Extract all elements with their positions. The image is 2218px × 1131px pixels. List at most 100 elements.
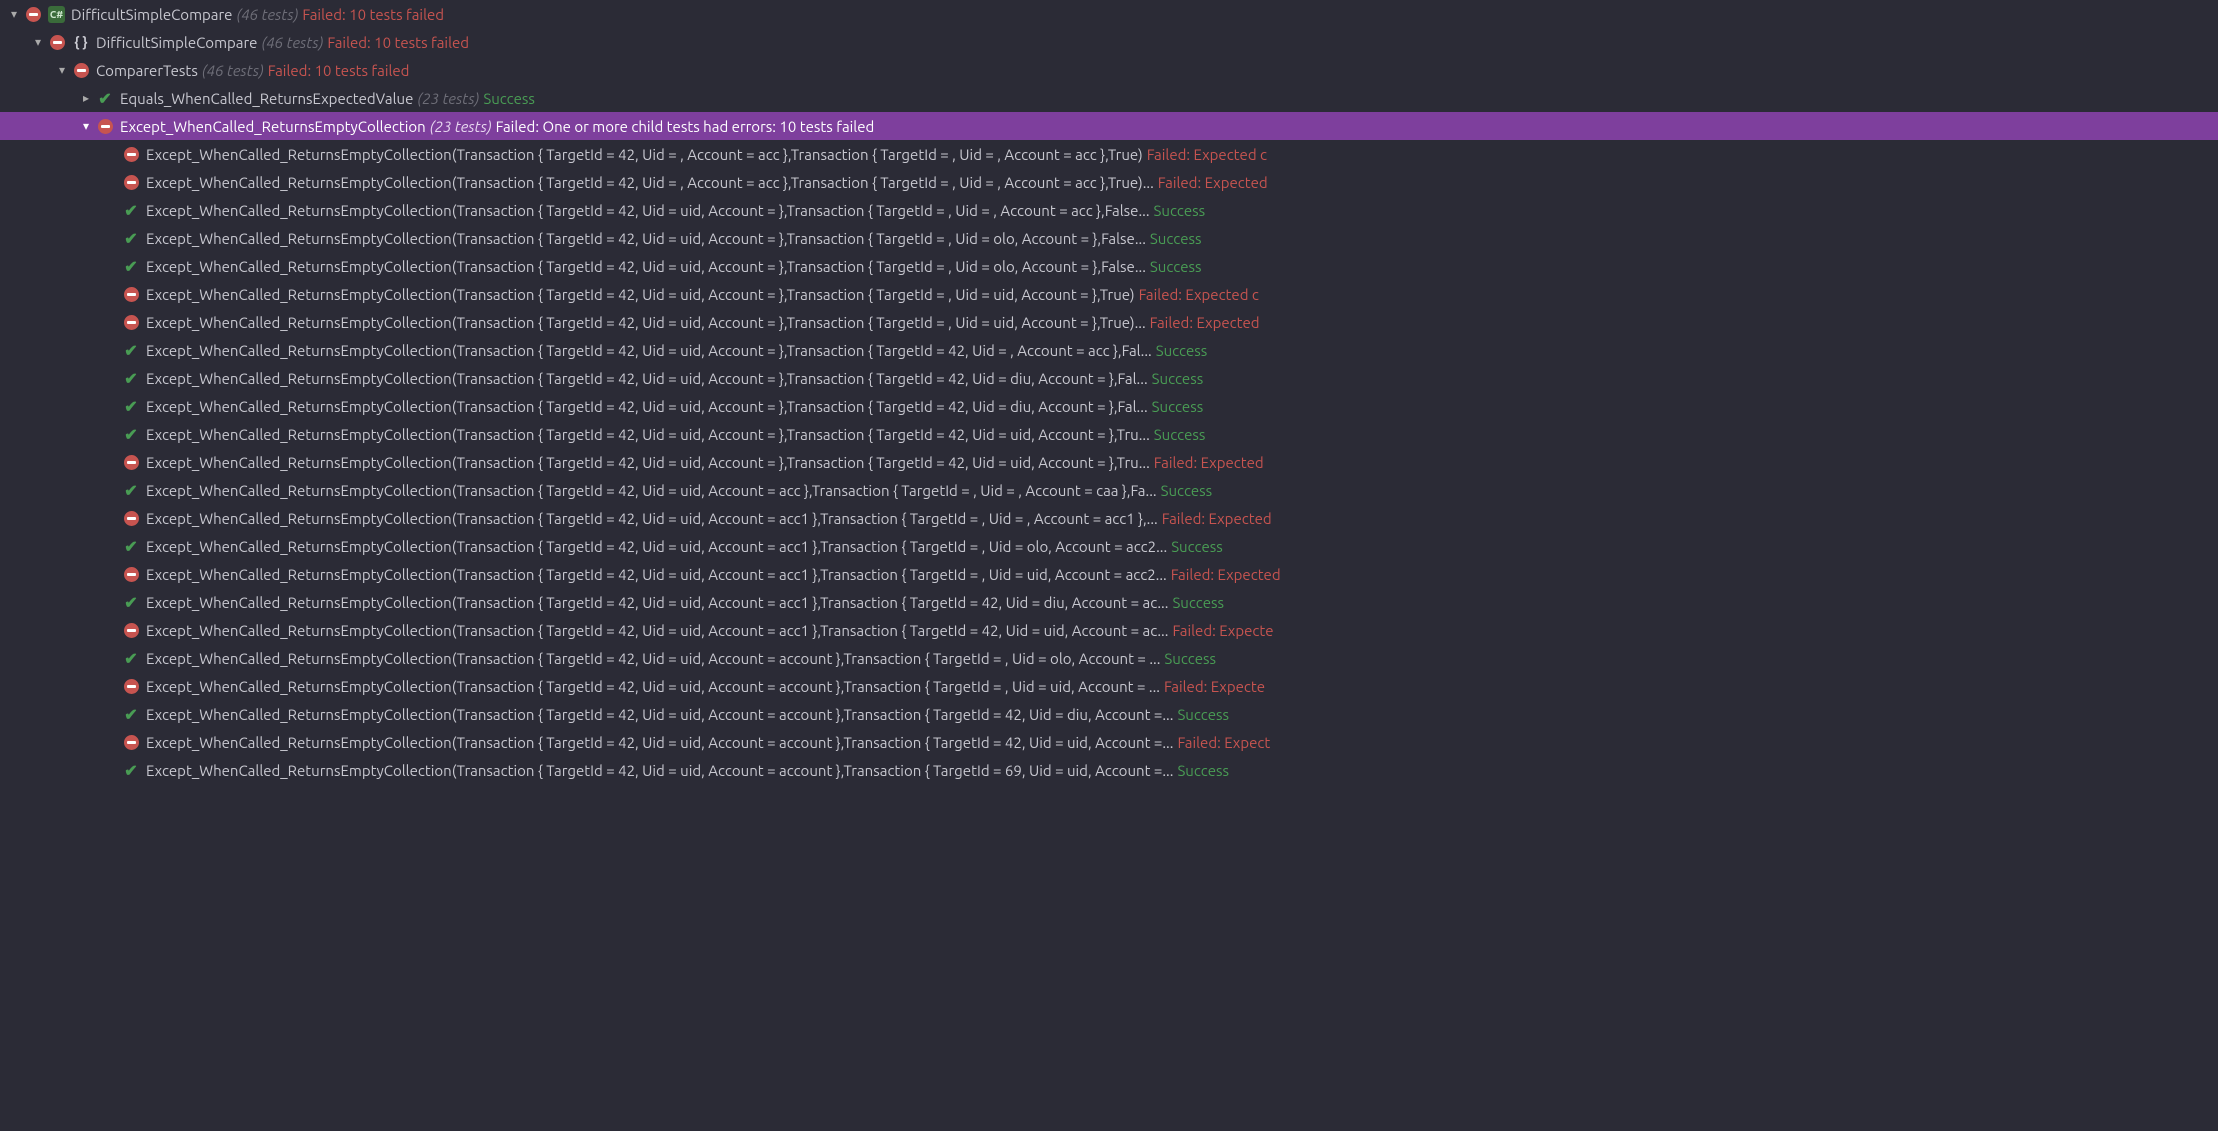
status-text: Failed: Expected xyxy=(1162,510,1272,527)
test-count: (46 tests) xyxy=(202,62,264,79)
status-text: Success xyxy=(1161,482,1213,499)
test-count: (46 tests) xyxy=(236,6,298,23)
test-case-label: Except_WhenCalled_ReturnsEmptyCollection… xyxy=(146,174,1154,191)
test-case-row[interactable]: ✔ Except_WhenCalled_ReturnsEmptyCollectio… xyxy=(0,252,2218,280)
test-case-row[interactable]: Except_WhenCalled_ReturnsEmptyCollection… xyxy=(0,140,2218,168)
fail-icon xyxy=(48,33,66,51)
pass-icon: ✔ xyxy=(122,649,140,667)
test-node-class[interactable]: ▾ ComparerTests (46 tests) Failed: 10 te… xyxy=(0,56,2218,84)
chevron-down-icon[interactable]: ▾ xyxy=(6,7,22,21)
test-case-row[interactable]: ✔Except_WhenCalled_ReturnsEmptyCollectio… xyxy=(0,756,2218,784)
test-case-row[interactable]: Except_WhenCalled_ReturnsEmptyCollection… xyxy=(0,280,2218,308)
pass-icon: ✔ xyxy=(96,89,114,107)
test-node-method-group[interactable]: ▸ ✔ Equals_WhenCalled_ReturnsExpectedVal… xyxy=(0,84,2218,112)
test-case-row[interactable]: Except_WhenCalled_ReturnsEmptyCollection… xyxy=(0,308,2218,336)
chevron-down-icon[interactable]: ▾ xyxy=(54,63,70,77)
test-case-row[interactable]: ✔ Except_WhenCalled_ReturnsEmptyCollectio… xyxy=(0,196,2218,224)
test-case-label: Except_WhenCalled_ReturnsEmptyCollection… xyxy=(146,286,1135,303)
status-text: Failed: Expected xyxy=(1154,454,1264,471)
fail-icon xyxy=(122,733,140,751)
fail-icon xyxy=(122,565,140,583)
fail-icon xyxy=(122,453,140,471)
pass-icon: ✔ xyxy=(122,537,140,555)
test-case-row[interactable]: ✔ Except_WhenCalled_ReturnsEmptyCollectio… xyxy=(0,644,2218,672)
fail-icon xyxy=(72,61,90,79)
status-text: Failed: Expected c xyxy=(1147,146,1267,163)
status-text: Failed: Expect xyxy=(1177,734,1270,751)
status-text: Success xyxy=(1150,230,1202,247)
test-case-row[interactable]: Except_WhenCalled_ReturnsEmptyCollection… xyxy=(0,504,2218,532)
pass-icon: ✔ xyxy=(122,481,140,499)
chevron-down-icon[interactable]: ▾ xyxy=(30,35,46,49)
pass-icon: ✔ xyxy=(122,761,140,779)
test-case-row[interactable]: Except_WhenCalled_ReturnsEmptyCollection… xyxy=(0,560,2218,588)
test-case-row[interactable]: Except_WhenCalled_ReturnsEmptyCollection… xyxy=(0,616,2218,644)
test-case-label: Except_WhenCalled_ReturnsEmptyCollection… xyxy=(146,202,1150,219)
status-text: Success xyxy=(1150,258,1202,275)
test-case-row[interactable]: ✔Except_WhenCalled_ReturnsEmptyCollectio… xyxy=(0,532,2218,560)
chevron-right-icon[interactable]: ▸ xyxy=(78,91,94,105)
status-text: Success xyxy=(1154,426,1206,443)
test-case-row[interactable]: ✔ Except_WhenCalled_ReturnsEmptyCollectio… xyxy=(0,420,2218,448)
test-count: (46 tests) xyxy=(261,34,323,51)
status-text: Success xyxy=(1164,650,1216,667)
test-case-row[interactable]: ✔Except_WhenCalled_ReturnsEmptyCollectio… xyxy=(0,224,2218,252)
test-case-label: Except_WhenCalled_ReturnsEmptyCollection… xyxy=(146,482,1157,499)
test-node-namespace[interactable]: ▾ { } DifficultSimpleCompare (46 tests) … xyxy=(0,28,2218,56)
status-text: Success xyxy=(1156,342,1208,359)
test-case-row[interactable]: Except_WhenCalled_ReturnsEmptyCollection… xyxy=(0,448,2218,476)
test-case-label: Except_WhenCalled_ReturnsEmptyCollection… xyxy=(146,734,1173,751)
test-node-project[interactable]: ▾ C# DifficultSimpleCompare (46 tests) F… xyxy=(0,0,2218,28)
test-case-row[interactable]: Except_WhenCalled_ReturnsEmptyCollection… xyxy=(0,168,2218,196)
test-count: (23 tests) xyxy=(417,90,479,107)
pass-icon: ✔ xyxy=(122,397,140,415)
test-node-method-group-selected[interactable]: ▾ Except_WhenCalled_ReturnsEmptyCollecti… xyxy=(0,112,2218,140)
test-case-label: Except_WhenCalled_ReturnsEmptyCollection… xyxy=(146,622,1168,639)
csharp-project-icon: C# xyxy=(48,6,65,23)
test-case-label: Except_WhenCalled_ReturnsEmptyCollection… xyxy=(146,510,1158,527)
test-case-label: Except_WhenCalled_ReturnsEmptyCollection… xyxy=(146,258,1146,275)
fail-icon xyxy=(122,313,140,331)
status-text: Success xyxy=(1152,370,1204,387)
pass-icon: ✔ xyxy=(122,425,140,443)
test-case-label: Except_WhenCalled_ReturnsEmptyCollection… xyxy=(146,594,1168,611)
node-label: Except_WhenCalled_ReturnsEmptyCollection xyxy=(120,118,426,135)
test-case-row[interactable]: ✔Except_WhenCalled_ReturnsEmptyCollectio… xyxy=(0,700,2218,728)
fail-icon xyxy=(122,173,140,191)
test-case-row[interactable]: ✔Except_WhenCalled_ReturnsEmptyCollectio… xyxy=(0,336,2218,364)
fail-icon xyxy=(122,677,140,695)
test-case-row[interactable]: ✔Except_WhenCalled_ReturnsEmptyCollectio… xyxy=(0,392,2218,420)
test-case-label: Except_WhenCalled_ReturnsEmptyCollection… xyxy=(146,566,1167,583)
status-text: Failed: 10 tests failed xyxy=(327,34,469,51)
test-case-row[interactable]: ✔Except_WhenCalled_ReturnsEmptyCollectio… xyxy=(0,588,2218,616)
pass-icon: ✔ xyxy=(122,201,140,219)
status-text: Success xyxy=(1171,538,1223,555)
test-count: (23 tests) xyxy=(430,118,492,135)
fail-icon xyxy=(24,5,42,23)
test-case-label: Except_WhenCalled_ReturnsEmptyCollection… xyxy=(146,678,1160,695)
test-case-row[interactable]: ✔Except_WhenCalled_ReturnsEmptyCollectio… xyxy=(0,364,2218,392)
test-case-label: Except_WhenCalled_ReturnsEmptyCollection… xyxy=(146,426,1150,443)
test-case-row[interactable]: ✔ Except_WhenCalled_ReturnsEmptyCollectio… xyxy=(0,476,2218,504)
status-text: Success xyxy=(1177,706,1229,723)
status-text: Success xyxy=(483,90,535,107)
status-text: Failed: One or more child tests had erro… xyxy=(496,118,875,135)
pass-icon: ✔ xyxy=(122,341,140,359)
test-case-label: Except_WhenCalled_ReturnsEmptyCollection… xyxy=(146,706,1173,723)
status-text: Failed: Expecte xyxy=(1172,622,1273,639)
status-text: Failed: Expected c xyxy=(1139,286,1259,303)
status-text: Success xyxy=(1177,762,1229,779)
test-case-row[interactable]: Except_WhenCalled_ReturnsEmptyCollection… xyxy=(0,672,2218,700)
pass-icon: ✔ xyxy=(122,229,140,247)
fail-icon xyxy=(122,285,140,303)
status-text: Failed: Expecte xyxy=(1164,678,1265,695)
pass-icon: ✔ xyxy=(122,257,140,275)
chevron-down-icon[interactable]: ▾ xyxy=(78,119,94,133)
status-text: Failed: Expected xyxy=(1150,314,1260,331)
test-case-label: Except_WhenCalled_ReturnsEmptyCollection… xyxy=(146,370,1148,387)
status-text: Failed: 10 tests failed xyxy=(268,62,410,79)
fail-icon xyxy=(122,509,140,527)
test-case-label: Except_WhenCalled_ReturnsEmptyCollection… xyxy=(146,650,1160,667)
test-case-row[interactable]: Except_WhenCalled_ReturnsEmptyCollection… xyxy=(0,728,2218,756)
node-label: ComparerTests xyxy=(96,62,198,79)
